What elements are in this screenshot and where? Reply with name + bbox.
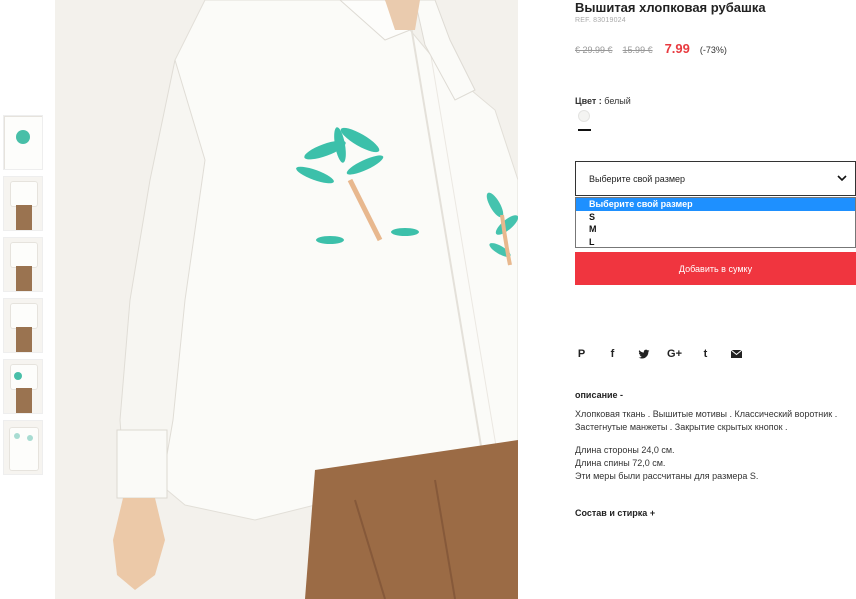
color-swatch-white[interactable] bbox=[578, 110, 590, 122]
price-block: € 29.99 € 15.99 € 7.99 (-73%) bbox=[575, 41, 727, 56]
product-image[interactable] bbox=[55, 0, 518, 599]
size-option-m[interactable]: M bbox=[576, 223, 855, 236]
chevron-down-icon bbox=[837, 175, 847, 182]
product-title: Вышитая хлопковая рубашка bbox=[575, 0, 766, 15]
product-ref: REF. 83019024 bbox=[575, 17, 626, 24]
description-line: Застегнутые манжеты . Закрытие скрытых к… bbox=[575, 422, 788, 432]
thumbnail-1[interactable] bbox=[3, 115, 43, 170]
product-image-illustration bbox=[55, 0, 518, 599]
discount-badge: (-73%) bbox=[699, 45, 727, 55]
thumbnail-shirt bbox=[10, 242, 38, 268]
description-toggle[interactable]: описание - bbox=[575, 390, 623, 400]
thumbnail-trousers bbox=[16, 266, 32, 291]
thumbnail-3[interactable] bbox=[3, 237, 43, 292]
thumbnail-palm bbox=[27, 435, 33, 441]
size-option-placeholder[interactable]: Выберите свой размер bbox=[576, 198, 855, 211]
pinterest-icon[interactable]: P bbox=[575, 347, 588, 361]
size-select-value: Выберите свой размер bbox=[589, 173, 686, 184]
thumbnail-palm bbox=[14, 372, 22, 380]
email-icon[interactable] bbox=[730, 347, 743, 361]
add-to-bag-button[interactable]: Добавить в сумку bbox=[575, 252, 856, 285]
envelope-glyph bbox=[731, 350, 742, 358]
color-value: белый bbox=[604, 96, 631, 106]
google-plus-icon[interactable]: G+ bbox=[667, 347, 682, 361]
previous-price: 15.99 € bbox=[622, 45, 653, 55]
description-line: Хлопковая ткань . Вышитые мотивы . Класс… bbox=[575, 409, 838, 419]
twitter-bird-glyph bbox=[638, 349, 649, 359]
thumbnail-trousers bbox=[16, 388, 32, 413]
color-label-key: Цвет : bbox=[575, 96, 602, 106]
composition-care-toggle[interactable]: Состав и стирка + bbox=[575, 508, 655, 518]
description-line: Эти меры были рассчитаны для размера S. bbox=[575, 471, 759, 481]
color-label: Цвет : белый bbox=[575, 96, 631, 106]
thumbnail-shirt bbox=[10, 181, 38, 207]
description-line: Длина стороны 24,0 см. bbox=[575, 445, 675, 455]
size-option-l[interactable]: L bbox=[576, 236, 855, 249]
description-line: Длина спины 72,0 см. bbox=[575, 458, 666, 468]
thumbnail-shirt bbox=[10, 303, 38, 329]
share-bar: P f G+ t bbox=[575, 347, 761, 361]
thumbnail-gallery bbox=[3, 115, 43, 481]
twitter-icon[interactable] bbox=[637, 347, 650, 361]
swatch-selected-indicator bbox=[578, 129, 591, 131]
thumbnail-5[interactable] bbox=[3, 359, 43, 414]
size-option-s[interactable]: S bbox=[576, 211, 855, 224]
thumbnail-4[interactable] bbox=[3, 298, 43, 353]
size-dropdown-list: Выберите свой размер S M L bbox=[575, 197, 856, 248]
current-price: 7.99 bbox=[664, 41, 690, 56]
thumbnail-trousers bbox=[16, 205, 32, 230]
size-select[interactable]: Выберите свой размер bbox=[575, 161, 856, 196]
thumbnail-trousers bbox=[16, 327, 32, 352]
thumbnail-palm bbox=[16, 130, 30, 144]
tumblr-icon[interactable]: t bbox=[699, 347, 712, 361]
thumbnail-palm bbox=[14, 433, 20, 439]
thumbnail-2[interactable] bbox=[3, 176, 43, 231]
facebook-icon[interactable]: f bbox=[606, 347, 619, 361]
thumbnail-6[interactable] bbox=[3, 420, 43, 475]
original-price: € 29.99 € bbox=[575, 45, 613, 55]
